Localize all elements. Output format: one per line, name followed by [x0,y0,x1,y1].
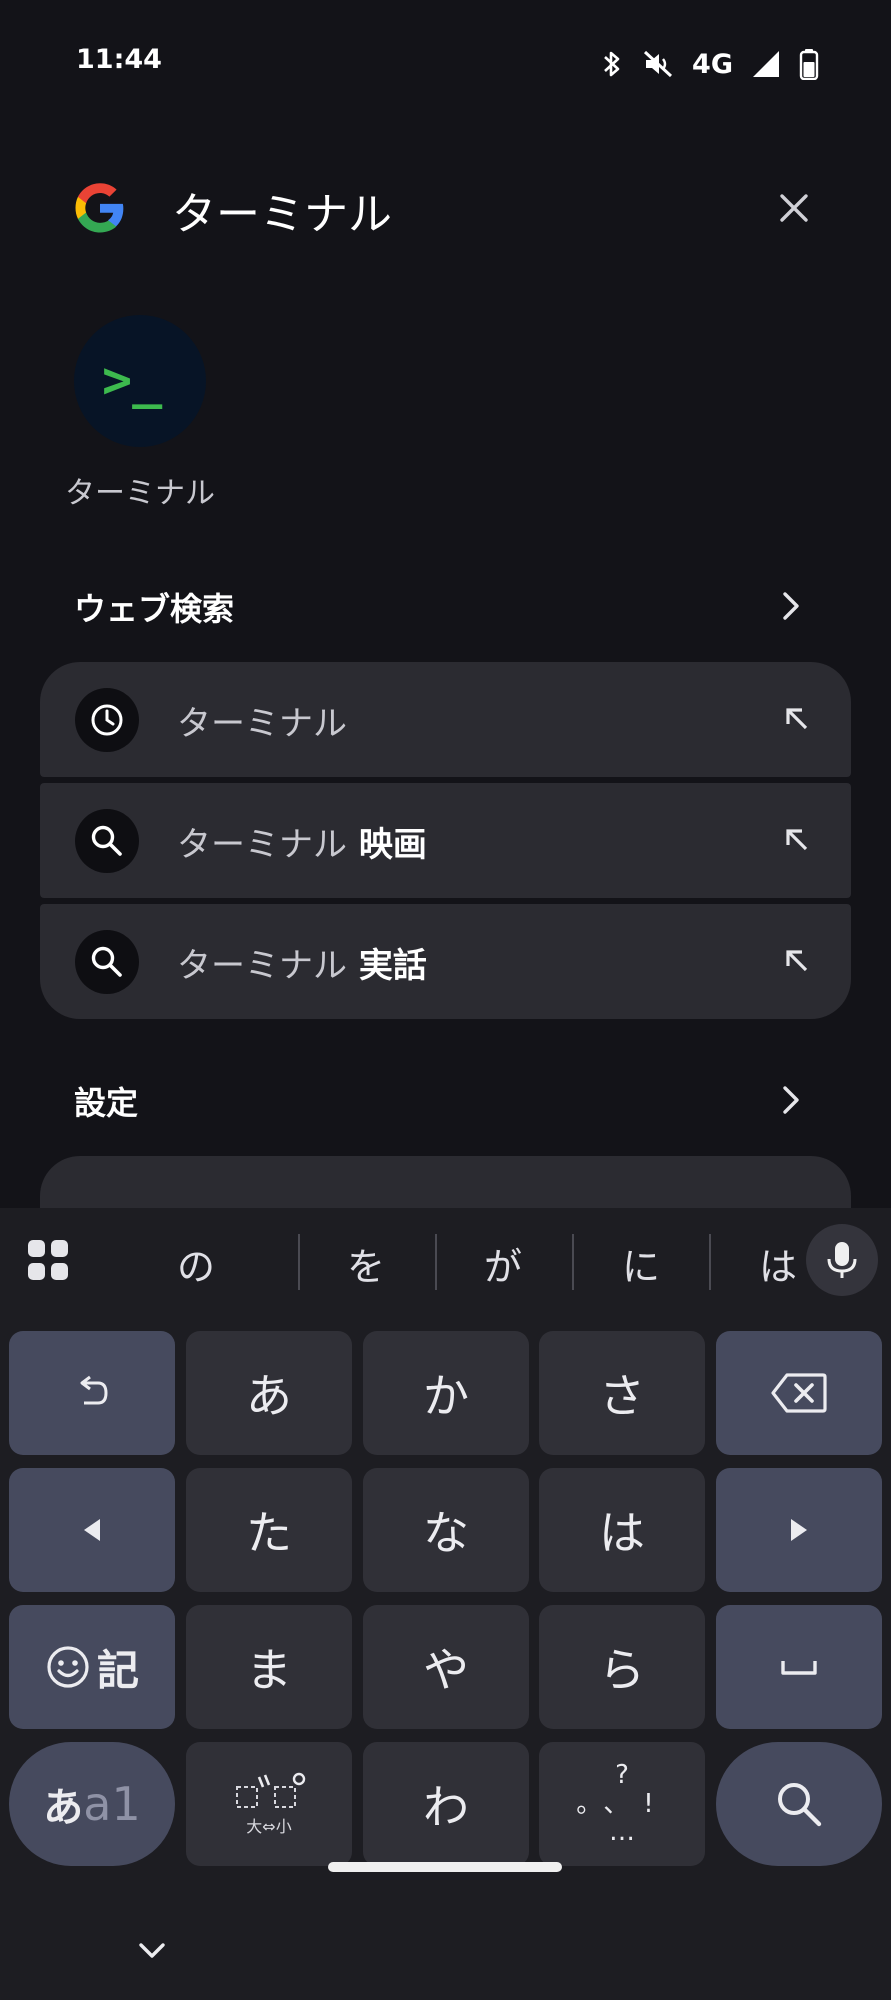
history-icon [75,688,139,752]
apps-grid-icon[interactable] [26,1238,70,1282]
fill-query-arrow-icon[interactable] [778,821,816,859]
search-key[interactable] [716,1742,882,1866]
punctuation-key[interactable]: ? 。、! … [539,1742,705,1866]
status-icons: 4G [600,44,819,84]
chevron-down-icon[interactable] [136,1934,168,1966]
punct-question: ? [615,1760,629,1791]
candidate-word[interactable]: を [326,1236,406,1291]
svg-text:>_: >_ [102,351,163,409]
mode-alnum-label: a1 [83,1777,141,1831]
key-ma[interactable]: ま [186,1605,352,1729]
arrow-right-icon [791,1519,807,1541]
suggestion-row[interactable]: ターミナル 映画 [40,783,851,898]
candidate-word[interactable]: に [601,1236,681,1291]
key-wa[interactable]: わ [363,1742,529,1866]
space-key[interactable] [716,1605,882,1729]
fill-query-arrow-icon[interactable] [778,942,816,980]
chevron-right-icon[interactable] [776,586,806,626]
gesture-nav-handle[interactable] [328,1862,562,1872]
emoji-icon [47,1646,89,1688]
key-ya[interactable]: や [363,1605,529,1729]
web-suggestions: ターミナル ターミナル 映画 ターミナル 実話 [40,662,851,1022]
punct-marks: 。、! [576,1788,668,1819]
candidate-divider [709,1234,711,1290]
search-icon [75,809,139,873]
mute-icon [644,50,673,78]
undo-icon [80,1375,108,1405]
candidate-word[interactable]: が [463,1236,543,1291]
candidate-word[interactable]: の [156,1236,236,1291]
suggestion-text: ターミナル 実話 [177,946,427,986]
mic-icon [827,1242,857,1278]
suggestion-row[interactable]: ターミナル [40,662,851,777]
cursor-right-key[interactable] [716,1468,882,1592]
app-label[interactable]: ターミナル [40,468,240,512]
status-time: 11:44 [76,44,162,75]
terminal-prompt-icon: >_ [102,351,163,409]
search-query[interactable]: ターミナル [172,178,392,242]
close-icon[interactable] [772,186,816,230]
backspace-icon [771,1373,827,1413]
candidate-divider [298,1234,300,1290]
suggestion-text: ターミナル 映画 [177,825,427,865]
undo-key[interactable] [9,1331,175,1455]
suggestion-text: ターミナル [177,704,347,744]
candidate-divider [435,1234,437,1290]
fill-query-arrow-icon[interactable] [778,700,816,738]
cursor-left-key[interactable] [9,1468,175,1592]
key-na[interactable]: な [363,1468,529,1592]
arrow-left-icon [84,1519,100,1541]
candidate-divider [572,1234,574,1290]
punct-ellipsis: … [609,1817,635,1848]
kigou-label: 記 [96,1645,139,1695]
settings-title[interactable]: 設定 [74,1078,138,1124]
search-icon [778,1783,822,1827]
key-sa[interactable]: さ [539,1331,705,1455]
suggestion-row[interactable]: ターミナル 実話 [40,904,851,1019]
key-ha[interactable]: は [539,1468,705,1592]
mic-button[interactable] [806,1224,878,1296]
network-type: 4G [692,48,733,80]
terminal-app-icon[interactable]: >_ [74,315,206,447]
battery-icon [799,49,819,80]
google-logo[interactable] [72,180,128,236]
size-toggle-label: 大⇔小 [246,1817,292,1836]
mode-kana-label: あ [43,1785,84,1831]
key-a[interactable]: あ [186,1331,352,1455]
key-ra[interactable]: ら [539,1605,705,1729]
chevron-right-icon[interactable] [776,1080,806,1120]
backspace-key[interactable] [716,1331,882,1455]
keyboard: の を が に は あ か さ た な は 記 ま や ら あ a1 大⇔小 わ… [0,1208,891,2000]
signal-icon [753,51,779,77]
emoji-symbol-key[interactable]: 記 [9,1605,175,1729]
web-search-title[interactable]: ウェブ検索 [74,584,234,630]
key-ka[interactable]: か [363,1331,529,1455]
key-ta[interactable]: た [186,1468,352,1592]
input-mode-key[interactable]: あ a1 [9,1742,175,1866]
dakuten-icon [236,1772,306,1808]
dakuten-key[interactable]: 大⇔小 [186,1742,352,1866]
search-icon [75,930,139,994]
bluetooth-icon [604,51,620,77]
space-icon [781,1661,817,1675]
